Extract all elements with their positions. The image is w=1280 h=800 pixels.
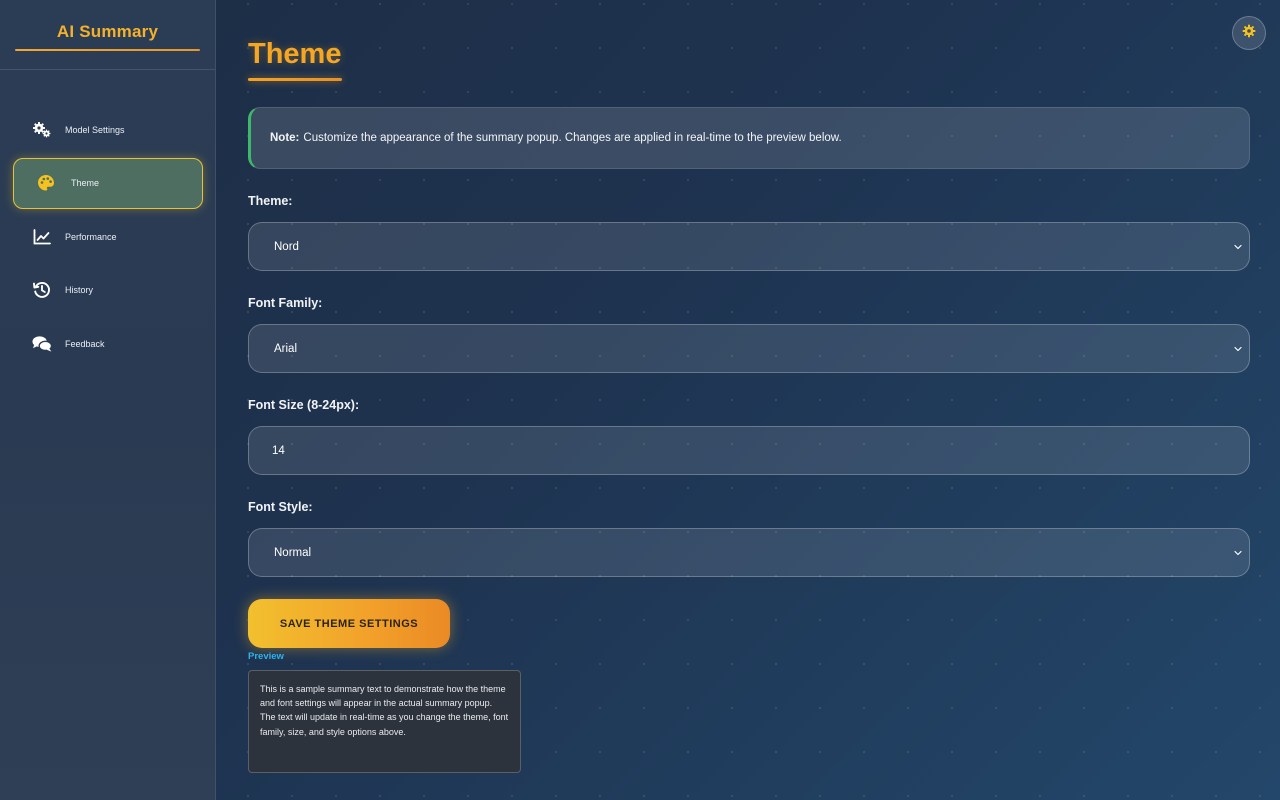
chevron-down-icon (1233, 344, 1243, 354)
preview-text: This is a sample summary text to demonst… (260, 684, 509, 737)
preview-label: Preview (248, 651, 284, 662)
font-size-input[interactable]: 14 (248, 426, 1250, 475)
chevron-down-icon (1233, 242, 1243, 252)
font-size-label: Font Size (8-24px): (248, 398, 360, 412)
sidebar-item-label: History (65, 285, 94, 295)
sidebar-item-label: Performance (65, 231, 117, 242)
sidebar: AI Summary Model Settings Theme Performa… (0, 0, 216, 800)
font-size-input-value: 14 (272, 444, 285, 457)
chart-line-icon (32, 227, 52, 247)
sidebar-item-performance[interactable]: Performance (13, 211, 203, 262)
brand: AI Summary (0, 0, 215, 70)
sidebar-item-label: Model Settings (65, 124, 125, 135)
save-theme-settings-button[interactable]: SAVE THEME SETTINGS (248, 599, 450, 648)
history-icon (32, 280, 52, 300)
theme-select-value: Nord (274, 240, 299, 253)
sidebar-item-model-settings[interactable]: Model Settings (13, 104, 203, 155)
font-family-label: Font Family: (248, 296, 323, 310)
comments-icon (32, 334, 52, 354)
palette-icon (36, 173, 56, 193)
gears-icon (32, 120, 52, 140)
chevron-down-icon (1233, 548, 1243, 558)
note-text: Customize the appearance of the summary … (303, 132, 842, 144)
brand-underline (15, 49, 200, 51)
font-family-select-value: Arial (274, 342, 298, 355)
preview-box: This is a sample summary text to demonst… (248, 670, 521, 773)
gear-icon (1242, 24, 1256, 43)
sidebar-item-theme[interactable]: Theme (13, 157, 203, 209)
settings-button[interactable] (1232, 16, 1266, 50)
note-bold: Note: (270, 132, 300, 144)
theme-label: Theme: (248, 194, 293, 208)
font-style-select-value: Normal (274, 546, 312, 559)
sidebar-nav: Model Settings Theme Performance History… (0, 70, 215, 369)
sidebar-item-feedback[interactable]: Feedback (13, 318, 203, 369)
sidebar-item-history[interactable]: History (13, 265, 203, 316)
page-title: Theme (248, 38, 342, 70)
sidebar-item-label: Feedback (65, 338, 105, 349)
theme-select[interactable]: Nord (248, 222, 1250, 271)
font-style-label: Font Style: (248, 500, 313, 514)
page-title-underline (248, 78, 342, 81)
note-banner: Note: Customize the appearance of the su… (248, 107, 1250, 169)
sidebar-item-label: Theme (71, 178, 100, 188)
main-content: Theme Note: Customize the appearance of … (248, 0, 1250, 773)
font-family-select[interactable]: Arial (248, 324, 1250, 373)
font-style-select[interactable]: Normal (248, 528, 1250, 577)
brand-title: AI Summary (56, 22, 159, 41)
